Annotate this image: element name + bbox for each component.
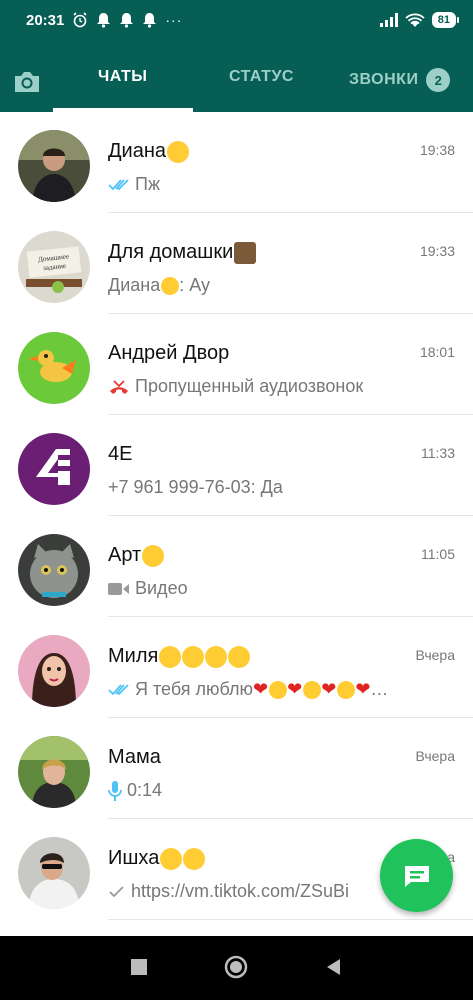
cowboy-emoji-icon <box>160 847 183 870</box>
status-bar: 20:31 ··· 81 <box>0 0 473 40</box>
sunglasses-emoji-icon <box>183 847 206 870</box>
mic-icon <box>108 780 122 801</box>
signal-icon <box>379 13 398 27</box>
wifi-icon <box>405 13 425 27</box>
chat-name: Мама <box>108 746 161 768</box>
chat-row[interactable]: Миля Вчера Я тебя люблю ❤ ❤ ❤ ❤… <box>0 617 473 718</box>
chat-last-message: Видео <box>108 578 188 599</box>
chat-time: 19:38 <box>419 142 455 158</box>
kissing-face-emoji-icon <box>167 140 190 163</box>
chat-last-message: Пж <box>108 174 160 195</box>
chat-last-message: Диана: Ау <box>108 275 211 295</box>
chat-last-message: 0:14 <box>108 780 162 801</box>
more-notifications-icon: ··· <box>165 12 183 28</box>
chat-name: 4E <box>108 443 133 465</box>
chat-row[interactable]: Домашнее задание Для домашки 19:33 Диана:… <box>0 213 473 314</box>
chat-time: 19:33 <box>419 243 455 259</box>
chat-row[interactable]: Андрей Двор 18:01 Пропущенный аудиозвоно… <box>0 314 473 415</box>
video-icon <box>108 582 129 595</box>
bell-icon <box>143 13 157 28</box>
chat-last-message: Я тебя люблю ❤ ❤ ❤ ❤… <box>108 679 388 700</box>
avatar <box>18 130 90 202</box>
books-emoji-icon <box>234 241 257 264</box>
chat-name: Арт <box>108 544 165 567</box>
tab-status[interactable]: СТАТУС <box>229 68 294 86</box>
back-icon[interactable] <box>325 958 341 976</box>
tab-calls-label: ЗВОНКИ <box>349 71 419 88</box>
double-check-icon <box>108 178 129 190</box>
chat-time: 11:33 <box>421 445 455 461</box>
double-check-icon <box>108 683 129 695</box>
chat-name: Для домашки <box>108 241 257 264</box>
chat-row[interactable]: Диана 19:38 Пж <box>0 112 473 213</box>
message-icon <box>404 865 429 887</box>
chat-name: Диана <box>108 140 190 163</box>
calls-count-badge: 2 <box>426 68 451 92</box>
recents-icon[interactable] <box>130 958 148 976</box>
kissing-face-emoji-icon <box>205 645 228 668</box>
chat-last-message: Пропущенный аудиозвонок <box>108 376 363 397</box>
chat-time: Вчера <box>415 748 455 764</box>
camera-icon[interactable] <box>13 70 41 94</box>
kissing-face-emoji-icon <box>337 680 356 699</box>
chat-row[interactable]: Мама Вчера 0:14 <box>0 718 473 819</box>
kissing-face-emoji-icon <box>303 680 322 699</box>
avatar <box>18 736 90 808</box>
chat-time: 18:01 <box>419 344 455 360</box>
chat-last-message: https://vm.tiktok.com/ZSuBi <box>108 881 349 902</box>
missed-call-icon <box>110 379 128 394</box>
chat-name: Ишха <box>108 847 206 870</box>
kissing-face-emoji-icon <box>228 645 251 668</box>
chat-row[interactable]: 4E 11:33 +7 961 999-76-03: Да <box>0 415 473 516</box>
heart-emoji-icon: ❤ <box>321 679 337 699</box>
heart-emoji-icon: ❤ <box>355 679 371 699</box>
system-nav-bar <box>0 936 473 1000</box>
bell-icon <box>97 13 111 28</box>
battery-indicator: 81 <box>431 12 459 28</box>
kissing-face-emoji-icon <box>161 276 180 295</box>
bell-icon <box>120 13 134 28</box>
tab-bar: ЧАТЫ СТАТУС ЗВОНКИ 2 <box>0 40 473 112</box>
chat-last-message: +7 961 999-76-03: Да <box>108 477 283 497</box>
alarm-icon <box>73 12 87 28</box>
battery-level: 81 <box>431 12 456 28</box>
kissing-face-emoji-icon <box>269 680 288 699</box>
tab-calls[interactable]: ЗВОНКИ 2 <box>349 68 451 92</box>
status-time: 20:31 <box>26 11 65 29</box>
heart-eyes-emoji-icon <box>182 645 205 668</box>
chat-time: 11:05 <box>421 546 455 562</box>
new-chat-button[interactable] <box>380 839 453 912</box>
chat-row[interactable]: Арт 11:05 Видео <box>0 516 473 617</box>
avatar: Домашнее задание <box>18 231 90 303</box>
avatar <box>18 332 90 404</box>
chat-time: Вчера <box>415 647 455 663</box>
single-check-icon <box>109 885 124 897</box>
chat-name: Миля <box>108 645 251 668</box>
avatar <box>18 635 90 707</box>
avatar <box>18 534 90 606</box>
chat-name: Андрей Двор <box>108 342 230 364</box>
home-icon[interactable] <box>224 955 248 979</box>
avatar <box>18 837 90 909</box>
heart-emoji-icon: ❤ <box>253 679 269 699</box>
smiling-halo-emoji-icon <box>142 544 165 567</box>
tab-chats[interactable]: ЧАТЫ <box>98 68 147 86</box>
avatar <box>18 433 90 505</box>
heart-emoji-icon: ❤ <box>287 679 303 699</box>
heart-eyes-emoji-icon <box>159 645 182 668</box>
